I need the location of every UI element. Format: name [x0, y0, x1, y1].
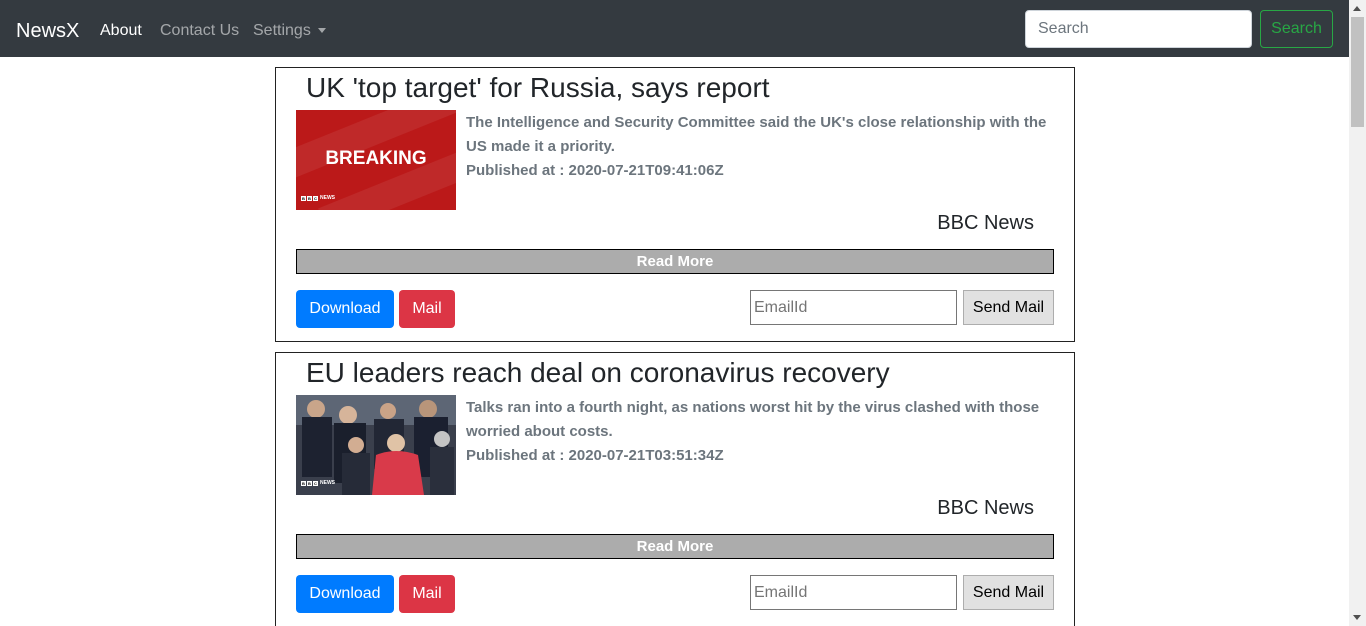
scroll-down-icon[interactable]	[1353, 615, 1361, 620]
email-field[interactable]	[750, 290, 957, 325]
article-card: UK 'top target' for Russia, says report …	[275, 67, 1075, 342]
article-source: BBC News	[937, 212, 1034, 234]
download-button[interactable]: Download	[296, 290, 394, 328]
article-image: BREAKING BBC NEWS	[296, 110, 456, 210]
read-more-button[interactable]: Read More	[296, 534, 1054, 559]
download-button[interactable]: Download	[296, 575, 394, 613]
article-description: The Intelligence and Security Committee …	[466, 114, 1047, 155]
bbc-news-logo: BBC NEWS	[301, 195, 335, 201]
search-input[interactable]	[1025, 10, 1252, 48]
mail-button[interactable]: Mail	[399, 575, 455, 613]
email-field[interactable]	[750, 575, 957, 610]
breaking-label: BREAKING	[325, 148, 427, 169]
mail-button[interactable]: Mail	[399, 290, 455, 328]
scroll-thumb[interactable]	[1351, 17, 1364, 127]
article-source: BBC News	[937, 497, 1034, 519]
article-published: Published at : 2020-07-21T03:51:34Z	[466, 447, 724, 464]
read-more-button[interactable]: Read More	[296, 249, 1054, 274]
nav-contact-link[interactable]: Contact Us	[160, 21, 239, 41]
article-title: UK 'top target' for Russia, says report	[306, 72, 770, 103]
article-published: Published at : 2020-07-21T09:41:06Z	[466, 162, 724, 179]
page-scrollbar[interactable]	[1349, 0, 1366, 626]
send-mail-button[interactable]: Send Mail	[963, 290, 1054, 325]
article-image: BBC NEWS	[296, 395, 456, 495]
article-card: EU leaders reach deal on coronavirus rec…	[275, 352, 1075, 626]
article-title: EU leaders reach deal on coronavirus rec…	[306, 357, 890, 388]
top-navbar: NewsX About Contact Us Settings Search	[0, 0, 1349, 57]
scroll-up-icon[interactable]	[1353, 6, 1361, 11]
brand-logo[interactable]: NewsX	[16, 19, 79, 43]
search-button[interactable]: Search	[1260, 10, 1333, 48]
send-mail-button[interactable]: Send Mail	[963, 575, 1054, 610]
nav-settings-label: Settings	[253, 22, 311, 39]
chevron-down-icon	[317, 27, 326, 33]
nav-settings-dropdown[interactable]: Settings	[253, 21, 326, 41]
bbc-news-logo: BBC NEWS	[301, 480, 335, 486]
article-description: Talks ran into a fourth night, as nation…	[466, 399, 1040, 440]
nav-about-link[interactable]: About	[100, 21, 142, 41]
